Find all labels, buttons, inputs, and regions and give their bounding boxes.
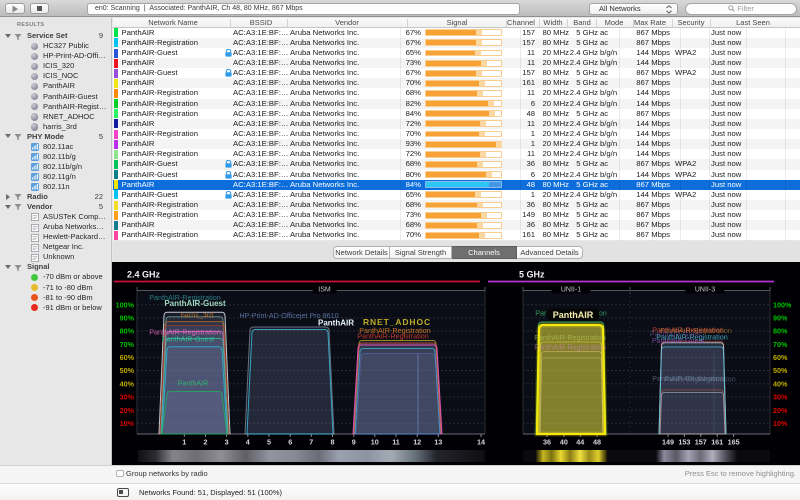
svg-text:40: 40: [560, 438, 568, 447]
svg-text:PanthAIR: PanthAIR: [178, 379, 209, 388]
svg-text:5 GHz: 5 GHz: [519, 270, 545, 280]
svg-text:PanthAIR-Guest: PanthAIR-Guest: [650, 330, 702, 339]
svg-text:PanthAIR-Registration: PanthAIR-Registration: [664, 375, 736, 384]
svg-text:50%: 50%: [773, 366, 788, 375]
svg-text:2: 2: [204, 438, 208, 447]
svg-text:10: 10: [371, 438, 379, 447]
svg-text:11: 11: [392, 438, 400, 447]
svg-text:ISM: ISM: [318, 287, 331, 294]
svg-text:20%: 20%: [120, 406, 135, 415]
svg-text:13: 13: [434, 438, 442, 447]
svg-text:60%: 60%: [773, 353, 788, 362]
svg-text:36: 36: [543, 438, 551, 447]
svg-text:PanthAIR-Guest: PanthAIR-Guest: [164, 299, 226, 308]
svg-text:PanthAIR-Registration: PanthAIR-Registration: [534, 343, 606, 352]
svg-text:6: 6: [288, 438, 292, 447]
svg-text:48: 48: [593, 438, 601, 447]
svg-text:5: 5: [267, 438, 271, 447]
svg-text:60%: 60%: [120, 353, 135, 362]
svg-text:3: 3: [225, 438, 229, 447]
svg-text:157: 157: [695, 438, 707, 447]
svg-text:153: 153: [678, 438, 690, 447]
svg-text:80%: 80%: [120, 327, 135, 336]
svg-text:50%: 50%: [120, 366, 135, 375]
svg-text:1: 1: [182, 438, 186, 447]
svg-text:100%: 100%: [116, 300, 135, 309]
svg-text:UNII-3: UNII-3: [695, 287, 715, 294]
svg-text:PanthAIR-Guest: PanthAIR-Guest: [162, 335, 214, 344]
svg-text:30%: 30%: [773, 393, 788, 402]
svg-text:30%: 30%: [120, 393, 135, 402]
svg-text:harris_3rd: harris_3rd: [181, 311, 213, 320]
svg-text:90%: 90%: [120, 314, 135, 323]
svg-text:90%: 90%: [773, 314, 788, 323]
svg-text:2.4 GHz: 2.4 GHz: [127, 270, 161, 280]
svg-text:7: 7: [309, 438, 313, 447]
svg-text:10%: 10%: [773, 419, 788, 428]
svg-text:80%: 80%: [773, 327, 788, 336]
svg-text:40%: 40%: [120, 379, 135, 388]
svg-text:40%: 40%: [773, 379, 788, 388]
svg-text:70%: 70%: [120, 340, 135, 349]
svg-text:4: 4: [246, 438, 250, 447]
svg-text:100%: 100%: [773, 300, 792, 309]
svg-text:10%: 10%: [120, 419, 135, 428]
svg-text:PanthAIR-Registration: PanthAIR-Registration: [534, 333, 606, 342]
svg-text:149: 149: [662, 438, 674, 447]
svg-text:PanthAIR: PanthAIR: [553, 310, 594, 320]
svg-text:165: 165: [728, 438, 740, 447]
svg-text:PanthAIR: PanthAIR: [318, 319, 354, 328]
svg-text:PanthAIR-Registration: PanthAIR-Registration: [357, 332, 429, 341]
svg-text:UNII-1: UNII-1: [561, 287, 581, 294]
svg-text:20%: 20%: [773, 406, 788, 415]
svg-text:70%: 70%: [773, 340, 788, 349]
svg-text:14: 14: [477, 438, 485, 447]
svg-text:8: 8: [331, 438, 335, 447]
svg-text:161: 161: [711, 438, 723, 447]
svg-text:9: 9: [352, 438, 356, 447]
svg-text:12: 12: [413, 438, 421, 447]
svg-text:44: 44: [576, 438, 584, 447]
